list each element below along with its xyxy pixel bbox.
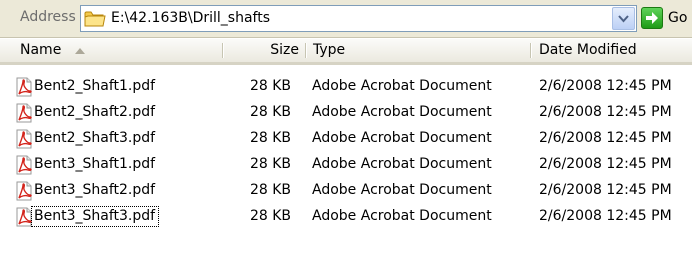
file-date: 2/6/2008 12:45 PM (539, 156, 672, 172)
column-header-row: Name Size Type Date Modified (0, 39, 692, 65)
address-input[interactable]: E:\42.163B\Drill_shafts (80, 5, 637, 32)
pdf-file-icon (15, 77, 33, 97)
file-size: 28 KB (249, 208, 291, 224)
address-dropdown-button[interactable] (612, 7, 635, 30)
file-row[interactable]: Bent2_Shaft3.pdf 28 KB Adobe Acrobat Doc… (0, 127, 692, 153)
file-type: Adobe Acrobat Document (312, 130, 492, 146)
column-header-type-label: Type (313, 42, 346, 58)
sort-ascending-icon (75, 48, 85, 54)
go-arrow-icon (641, 7, 663, 29)
folder-icon (84, 9, 106, 28)
file-type: Adobe Acrobat Document (312, 182, 492, 198)
file-size: 28 KB (249, 104, 291, 120)
file-name: Bent2_Shaft3.pdf (34, 130, 156, 146)
address-bar: Address E:\42.163B\Drill_shafts Go (0, 0, 692, 38)
file-size: 28 KB (249, 156, 291, 172)
address-label: Address (20, 9, 76, 25)
file-date: 2/6/2008 12:45 PM (539, 182, 672, 198)
file-type: Adobe Acrobat Document (312, 104, 492, 120)
file-row[interactable]: Bent3_Shaft3.pdf 28 KB Adobe Acrobat Doc… (0, 205, 692, 231)
file-size: 28 KB (249, 130, 291, 146)
file-type: Adobe Acrobat Document (312, 208, 492, 224)
pdf-file-icon (15, 129, 33, 149)
file-size: 28 KB (249, 182, 291, 198)
column-header-date-modified[interactable]: Date Modified (531, 39, 692, 62)
pdf-file-icon (15, 207, 33, 227)
file-row[interactable]: Bent2_Shaft2.pdf 28 KB Adobe Acrobat Doc… (0, 101, 692, 127)
file-name: Bent3_Shaft1.pdf (34, 156, 156, 172)
go-button[interactable]: Go (641, 5, 692, 32)
column-header-name[interactable]: Name (0, 39, 223, 62)
address-path: E:\42.163B\Drill_shafts (111, 10, 271, 26)
chevron-down-icon (618, 15, 629, 23)
column-header-name-label: Name (20, 42, 62, 58)
file-row[interactable]: Bent3_Shaft1.pdf 28 KB Adobe Acrobat Doc… (0, 153, 692, 179)
file-name: Bent2_Shaft2.pdf (34, 104, 156, 120)
file-date: 2/6/2008 12:45 PM (539, 104, 672, 120)
column-header-type[interactable]: Type (306, 39, 531, 62)
file-row[interactable]: Bent3_Shaft2.pdf 28 KB Adobe Acrobat Doc… (0, 179, 692, 205)
file-date: 2/6/2008 12:45 PM (539, 130, 672, 146)
column-header-size[interactable]: Size (223, 39, 306, 62)
pdf-file-icon (15, 103, 33, 123)
pdf-file-icon (15, 155, 33, 175)
column-header-size-label: Size (270, 42, 299, 58)
go-label: Go (668, 10, 688, 26)
column-header-date-label: Date Modified (539, 42, 637, 58)
file-name: Bent3_Shaft3.pdf (30, 206, 160, 227)
file-type: Adobe Acrobat Document (312, 78, 492, 94)
pdf-file-icon (15, 181, 33, 201)
file-date: 2/6/2008 12:45 PM (539, 78, 672, 94)
file-name: Bent3_Shaft2.pdf (34, 182, 156, 198)
file-type: Adobe Acrobat Document (312, 156, 492, 172)
file-name: Bent2_Shaft1.pdf (34, 78, 156, 94)
file-size: 28 KB (249, 78, 291, 94)
file-date: 2/6/2008 12:45 PM (539, 208, 672, 224)
file-row[interactable]: Bent2_Shaft1.pdf 28 KB Adobe Acrobat Doc… (0, 75, 692, 101)
